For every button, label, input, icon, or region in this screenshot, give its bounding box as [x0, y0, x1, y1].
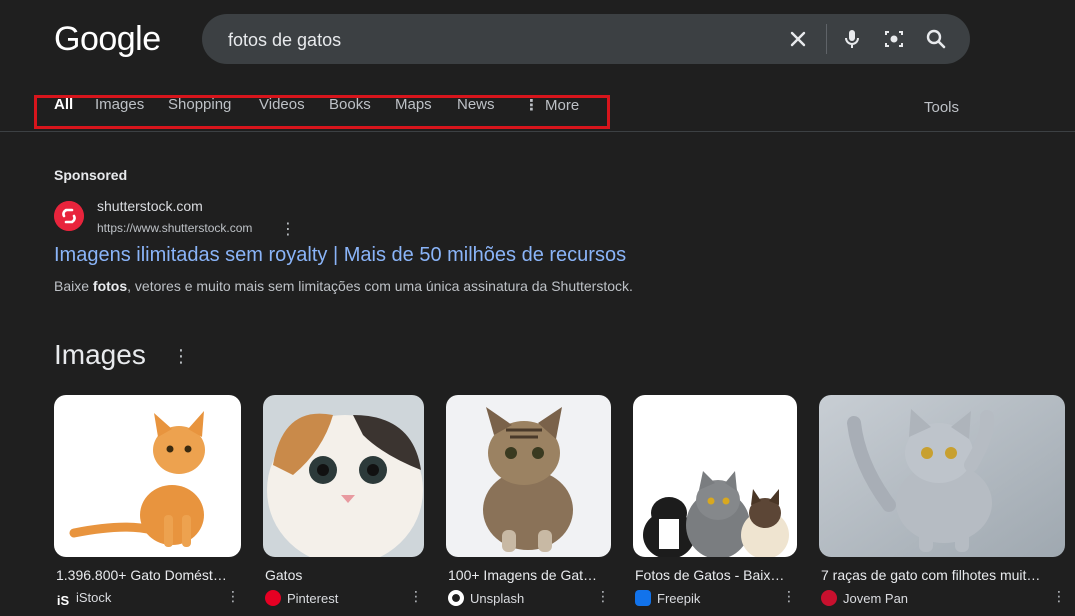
image-source[interactable]: Freepik [635, 590, 700, 606]
clear-icon[interactable] [786, 27, 810, 51]
freepik-icon [635, 590, 651, 606]
ad-options-icon[interactable]: ⋮ [280, 219, 296, 239]
header-divider [0, 131, 1075, 132]
ad-desc-start: Baixe [54, 278, 93, 294]
image-title[interactable]: Gatos [265, 567, 424, 583]
image-title[interactable]: Fotos de Gatos - Baix… [635, 567, 797, 583]
search-icon[interactable] [924, 27, 948, 51]
camera-lens-icon[interactable] [882, 27, 906, 51]
image-source-label: Pinterest [287, 591, 339, 606]
sponsored-label: Sponsored [54, 167, 128, 183]
microphone-icon[interactable] [840, 27, 864, 51]
shutterstock-favicon [54, 201, 84, 231]
unsplash-icon [448, 590, 464, 606]
ad-title-link[interactable]: Imagens ilimitadas sem royalty | Mais de… [54, 244, 626, 267]
image-thumbnail[interactable] [819, 395, 1065, 557]
ad-desc-end: , vetores e muito mais sem limitações co… [127, 278, 633, 294]
image-source-label: Unsplash [470, 591, 525, 606]
istock-icon: iS [56, 593, 70, 609]
image-source[interactable]: Jovem Pan [821, 590, 908, 606]
image-thumbnail[interactable] [263, 395, 424, 557]
search-divider [826, 24, 827, 54]
image-source-label: Jovem Pan [843, 591, 909, 606]
google-logo[interactable]: Google [54, 20, 161, 59]
image-thumbnail[interactable] [54, 395, 241, 557]
image-options-icon[interactable]: ⋮ [226, 588, 240, 605]
image-thumbnail[interactable] [446, 395, 611, 557]
image-thumbnail[interactable] [633, 395, 797, 557]
images-heading: Images [54, 339, 146, 370]
search-input[interactable] [226, 14, 770, 66]
image-options-icon[interactable]: ⋮ [409, 588, 423, 605]
image-source[interactable]: iS iStock [56, 590, 111, 609]
ad-site-name[interactable]: shutterstock.com [97, 198, 203, 214]
image-options-icon[interactable]: ⋮ [782, 588, 796, 605]
images-options-icon[interactable]: ⋮ [172, 346, 190, 367]
ad-description: Baixe fotos, vetores e muito mais sem li… [54, 278, 633, 294]
image-source[interactable]: Unsplash [448, 590, 524, 606]
search-box[interactable] [202, 14, 970, 66]
image-title[interactable]: 100+ Imagens de Gat… [448, 567, 611, 583]
image-options-icon[interactable]: ⋮ [596, 588, 610, 605]
image-source-label: iStock [76, 590, 112, 605]
tools-button[interactable]: Tools [924, 99, 959, 116]
ad-desc-bold: fotos [92, 278, 128, 294]
jovem-pan-icon [821, 590, 837, 606]
image-source-label: Freepik [657, 591, 701, 606]
image-title[interactable]: 1.396.800+ Gato Domést… [56, 567, 241, 583]
image-source[interactable]: Pinterest [265, 590, 338, 606]
ad-url[interactable]: https://www.shutterstock.com [97, 221, 252, 235]
highlight-box [34, 95, 610, 129]
image-title[interactable]: 7 raças de gato com filhotes muit… [821, 567, 1065, 583]
pinterest-icon [265, 590, 281, 606]
image-options-icon[interactable]: ⋮ [1052, 588, 1066, 605]
